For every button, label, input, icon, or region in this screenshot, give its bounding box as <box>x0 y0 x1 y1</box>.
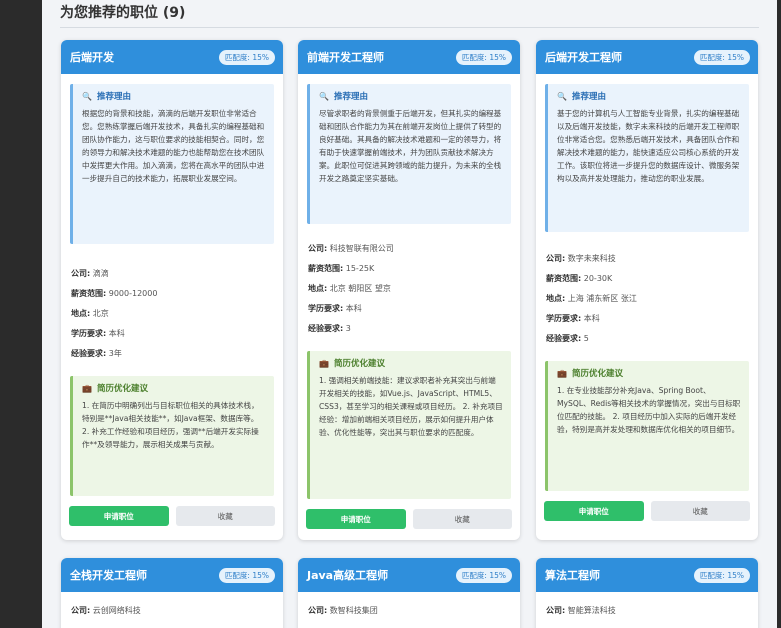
job-title[interactable]: 前端开发工程师 <box>307 49 384 65</box>
advice-box: 💼 简历优化建议 1. 强调相关前端技能：建议求职者补充其突出与前端开发相关的技… <box>307 351 511 499</box>
job-card-header: 后端开发工程师 匹配度: 15% <box>536 40 758 74</box>
reason-box: 🔍 推荐理由 根据您的背景和技能，滴滴的后端开发职位非常适合您。您熟练掌握后端开… <box>70 84 274 244</box>
advice-title: 简历优化建议 <box>96 384 148 394</box>
company-value: 数字未来科技 <box>567 254 616 263</box>
job-info: 公司: 滴滴 薪资范围: 9000-12000 地点: 北京 学历要求: 本科 … <box>71 264 273 364</box>
salary-value: 15-25K <box>345 264 375 273</box>
reason-box: 🔍 推荐理由 基于您的计算机与人工智能专业背景，扎实的编程基础以及后端开发技能，… <box>545 84 749 232</box>
reason-text: 根据您的背景和技能，滴滴的后端开发职位非常适合您。您熟练掌握后端开发技术，具备扎… <box>82 109 265 183</box>
experience-value: 3年 <box>108 349 122 358</box>
page-title: 为您推荐的职位 (9) <box>60 5 186 21</box>
education-row: 学历要求: 本科 <box>546 314 600 323</box>
reason-text: 基于您的计算机与人工智能专业背景，扎实的编程基础以及后端开发技能，数字未来科技的… <box>557 109 740 183</box>
magnifier-icon: 🔍 <box>557 91 567 101</box>
match-badge: 匹配度: 15% <box>218 567 275 583</box>
experience-row: 经验要求: 3 <box>308 324 351 333</box>
company-value: 数智科技集团 <box>329 606 378 615</box>
company-row: 公司: 滴滴 <box>71 269 109 278</box>
job-card-header: Java高级工程师 匹配度: 15% <box>298 558 520 592</box>
advice-box: 💼 简历优化建议 1. 在简历中明确列出与目标职位相关的具体技术栈，特别是**J… <box>70 376 274 496</box>
job-card: 后端开发工程师 匹配度: 15% 🔍 推荐理由 基于您的计算机与人工智能专业背景… <box>536 40 758 540</box>
advice-text: 1. 在专业技能部分补充Java、Spring Boot、MySQL、Redis… <box>557 386 741 434</box>
favorite-button[interactable]: 收藏 <box>412 509 512 529</box>
recommendation-panel: 为您推荐的职位 (9) 后端开发 匹配度: 15% 🔍 推荐理由 根据您的背景和… <box>42 0 777 628</box>
briefcase-icon: 💼 <box>82 383 92 393</box>
match-badge: 匹配度: 15% <box>693 567 750 583</box>
location-value: 北京 朝阳区 望京 <box>329 284 391 293</box>
advice-text: 1. 在简历中明确列出与目标职位相关的具体技术栈，特别是**Java相关技能**… <box>82 401 259 449</box>
page-header: 为您推荐的职位 (9) <box>60 4 759 28</box>
location-row: 地点: 上海 浦东新区 张江 <box>546 294 637 303</box>
briefcase-icon: 💼 <box>319 358 329 368</box>
magnifier-icon: 🔍 <box>319 91 329 101</box>
salary-value: 9000-12000 <box>108 289 158 298</box>
reason-box: 🔍 推荐理由 尽管求职者的背景侧重于后端开发，但其扎实的编程基础和团队合作能力为… <box>307 84 511 224</box>
experience-row: 经验要求: 3年 <box>71 349 122 358</box>
salary-row: 薪资范围: 9000-12000 <box>71 289 158 298</box>
experience-value: 5 <box>583 334 589 343</box>
company-row: 公司: 数字未来科技 <box>546 254 616 263</box>
education-value: 本科 <box>108 329 125 338</box>
job-info: 公司: 科技智联有限公司 薪资范围: 15-25K 地点: 北京 朝阳区 望京 … <box>308 239 510 339</box>
job-title[interactable]: 算法工程师 <box>545 567 600 583</box>
favorite-button[interactable]: 收藏 <box>650 501 750 521</box>
company-value: 云创网络科技 <box>92 606 141 615</box>
apply-button[interactable]: 申请职位 <box>306 509 406 529</box>
company-value: 智能算法科技 <box>567 606 616 615</box>
job-card: 全栈开发工程师 匹配度: 15% 公司: 云创网络科技 <box>61 558 283 628</box>
location-value: 北京 <box>92 309 109 318</box>
job-info: 公司: 数字未来科技 薪资范围: 20-30K 地点: 上海 浦东新区 张江 学… <box>546 249 748 349</box>
education-row: 学历要求: 本科 <box>71 329 125 338</box>
job-card: Java高级工程师 匹配度: 15% 公司: 数智科技集团 <box>298 558 520 628</box>
reason-text: 尽管求职者的背景侧重于后端开发，但其扎实的编程基础和团队合作能力为其在前端开发岗… <box>319 109 502 183</box>
salary-row: 薪资范围: 20-30K <box>546 274 613 283</box>
job-card-header: 前端开发工程师 匹配度: 15% <box>298 40 520 74</box>
job-card: 算法工程师 匹配度: 15% 公司: 智能算法科技 <box>536 558 758 628</box>
match-badge: 匹配度: 15% <box>693 49 750 65</box>
job-info: 公司: 智能算法科技 <box>546 601 748 621</box>
advice-box: 💼 简历优化建议 1. 在专业技能部分补充Java、Spring Boot、My… <box>545 361 749 491</box>
advice-title: 简历优化建议 <box>333 359 385 369</box>
advice-text: 1. 强调相关前端技能：建议求职者补充其突出与前端开发相关的技能，如Vue.js… <box>319 376 503 437</box>
job-card-header: 后端开发 匹配度: 15% <box>61 40 283 74</box>
location-value: 上海 浦东新区 张江 <box>567 294 637 303</box>
education-value: 本科 <box>345 304 362 313</box>
reason-title: 推荐理由 <box>571 92 606 102</box>
company-value: 滴滴 <box>92 269 109 278</box>
match-badge: 匹配度: 15% <box>455 567 512 583</box>
apply-button[interactable]: 申请职位 <box>69 506 169 526</box>
job-title[interactable]: Java高级工程师 <box>307 567 388 583</box>
match-badge: 匹配度: 15% <box>455 49 512 65</box>
location-row: 地点: 北京 朝阳区 望京 <box>308 284 391 293</box>
job-card-header: 算法工程师 匹配度: 15% <box>536 558 758 592</box>
salary-value: 20-30K <box>583 274 613 283</box>
job-info: 公司: 数智科技集团 <box>308 601 510 621</box>
job-card: 后端开发 匹配度: 15% 🔍 推荐理由 根据您的背景和技能，滴滴的后端开发职位… <box>61 40 283 540</box>
location-row: 地点: 北京 <box>71 309 109 318</box>
reason-title: 推荐理由 <box>333 92 368 102</box>
job-title[interactable]: 后端开发 <box>70 49 114 65</box>
magnifier-icon: 🔍 <box>82 91 92 101</box>
company-value: 科技智联有限公司 <box>329 244 394 253</box>
salary-row: 薪资范围: 15-25K <box>308 264 375 273</box>
job-title[interactable]: 全栈开发工程师 <box>70 567 147 583</box>
experience-value: 3 <box>345 324 351 333</box>
company-row: 公司: 云创网络科技 <box>71 606 141 615</box>
match-badge: 匹配度: 15% <box>218 49 275 65</box>
company-row: 公司: 科技智联有限公司 <box>308 244 394 253</box>
company-row: 公司: 智能算法科技 <box>546 606 616 615</box>
favorite-button[interactable]: 收藏 <box>175 506 275 526</box>
job-card: 前端开发工程师 匹配度: 15% 🔍 推荐理由 尽管求职者的背景侧重于后端开发，… <box>298 40 520 540</box>
experience-row: 经验要求: 5 <box>546 334 589 343</box>
job-card-header: 全栈开发工程师 匹配度: 15% <box>61 558 283 592</box>
reason-title: 推荐理由 <box>96 92 131 102</box>
company-row: 公司: 数智科技集团 <box>308 606 378 615</box>
job-title[interactable]: 后端开发工程师 <box>545 49 622 65</box>
apply-button[interactable]: 申请职位 <box>544 501 644 521</box>
briefcase-icon: 💼 <box>557 368 567 378</box>
education-value: 本科 <box>583 314 600 323</box>
education-row: 学历要求: 本科 <box>308 304 362 313</box>
job-info: 公司: 云创网络科技 <box>71 601 273 621</box>
advice-title: 简历优化建议 <box>571 369 623 379</box>
